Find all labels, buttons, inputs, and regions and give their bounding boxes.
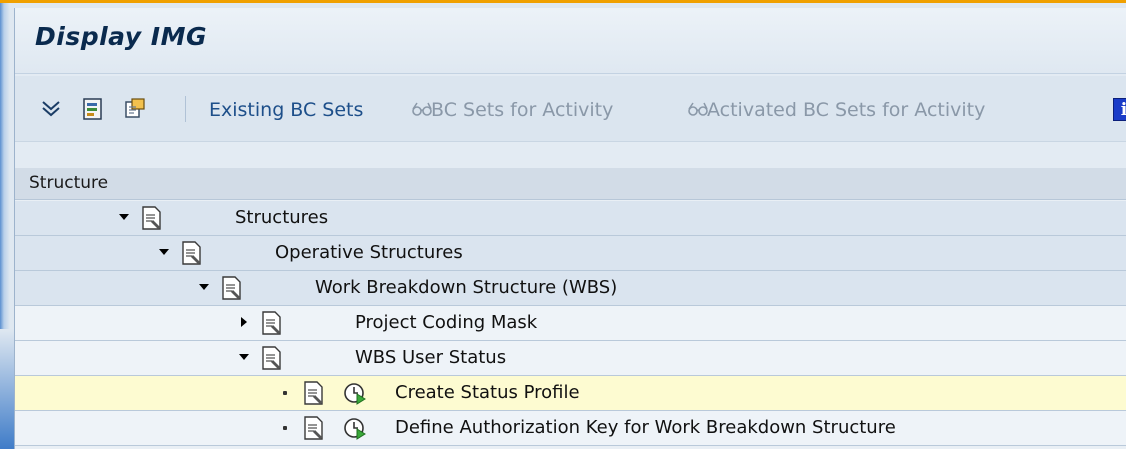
toolbar-separator (185, 96, 186, 122)
title-bar: Display IMG (15, 8, 1126, 74)
existing-bc-sets-button[interactable]: Existing BC Sets (209, 99, 363, 121)
note-document-icon[interactable] (261, 311, 283, 335)
note-document-icon[interactable] (303, 416, 325, 440)
tree-node-label[interactable]: Create Status Profile (395, 382, 580, 403)
application-toolbar: Existing BC Sets BC Sets for Activity Ac… (15, 76, 1126, 142)
structure-header-label: Structure (29, 173, 109, 193)
execute-clock-icon[interactable] (343, 381, 367, 405)
tree-node-create-status-profile[interactable]: Create Status Profile (15, 376, 1126, 411)
expand-all-icon[interactable] (39, 97, 63, 121)
structure-header: Structure (15, 168, 1126, 200)
leaf-bullet (283, 391, 287, 395)
tree-node-project-coding-mask[interactable]: Project Coding Mask (15, 306, 1126, 341)
collapse-arrow-icon[interactable] (237, 350, 251, 364)
app-frame: Display IMG Existing BC Sets BC Sets for… (0, 0, 1126, 449)
tree-node-wbs-user-status[interactable]: WBS User Status (15, 341, 1126, 376)
note-document-icon[interactable] (221, 276, 243, 300)
note-document-icon[interactable] (181, 241, 203, 265)
tree-node-operative-structures[interactable]: Operative Structures (15, 236, 1126, 271)
tree-node-label[interactable]: Structures (235, 207, 328, 228)
collapse-arrow-icon[interactable] (117, 210, 131, 224)
leaf-bullet (283, 426, 287, 430)
tree-node-label[interactable]: Operative Structures (275, 242, 463, 263)
collapse-arrow-icon[interactable] (157, 245, 171, 259)
note-document-icon[interactable] (303, 381, 325, 405)
execute-clock-icon[interactable] (343, 416, 367, 440)
info-icon[interactable]: i (1113, 98, 1126, 121)
bc-sets-for-activity-button[interactable]: BC Sets for Activity (431, 99, 613, 121)
document-settings-icon[interactable] (81, 97, 105, 121)
tree-node-structures[interactable]: Structures (15, 201, 1126, 236)
activated-bc-sets-button[interactable]: Activated BC Sets for Activity (707, 99, 985, 121)
tree-node-wbs[interactable]: Work Breakdown Structure (WBS) (15, 271, 1126, 306)
collapse-arrow-icon[interactable] (197, 280, 211, 294)
tree-node-label[interactable]: WBS User Status (355, 347, 506, 368)
img-window: Display IMG Existing BC Sets BC Sets for… (14, 8, 1126, 449)
note-document-icon[interactable] (141, 206, 163, 230)
display-change-icon[interactable] (123, 97, 147, 121)
structure-tree: Structure Structures Operative Structure… (15, 168, 1126, 449)
tree-node-label[interactable]: Project Coding Mask (355, 312, 537, 333)
note-document-icon[interactable] (261, 346, 283, 370)
expand-arrow-icon[interactable] (237, 315, 251, 329)
window-edge-gradient (0, 329, 14, 449)
page-title: Display IMG (35, 22, 207, 51)
tree-node-label[interactable]: Work Breakdown Structure (WBS) (315, 277, 617, 298)
tree-node-label[interactable]: Define Authorization Key for Work Breakd… (395, 417, 896, 438)
tree-node-define-authorization-key[interactable]: Define Authorization Key for Work Breakd… (15, 411, 1126, 446)
